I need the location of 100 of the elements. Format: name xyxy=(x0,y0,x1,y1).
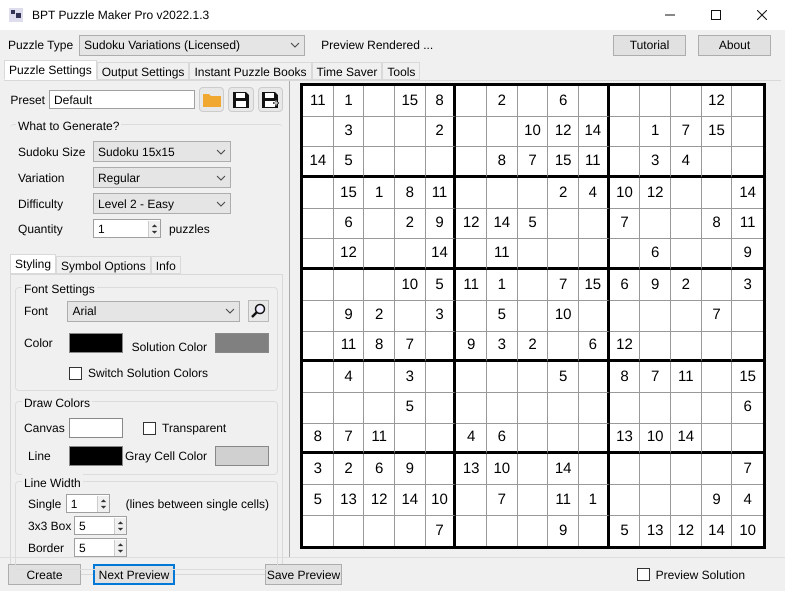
grid-cell[interactable] xyxy=(578,362,610,393)
dropdown[interactable]: Regular xyxy=(93,167,231,188)
grid-cell[interactable] xyxy=(670,178,702,209)
grid-cell[interactable]: 10 xyxy=(640,424,671,454)
grid-cell[interactable]: 1 xyxy=(640,116,671,148)
grid-cell[interactable] xyxy=(578,454,610,485)
grid-cell[interactable]: 3 xyxy=(486,332,518,362)
grid-cell[interactable] xyxy=(670,239,702,270)
preset-field[interactable]: Default xyxy=(49,90,195,109)
toolbar-button[interactable]: About xyxy=(698,34,771,56)
grid-cell[interactable] xyxy=(303,362,334,393)
grid-cell[interactable]: 5 xyxy=(548,362,579,393)
grid-cell[interactable]: 1 xyxy=(334,86,364,117)
grid-cell[interactable]: 2 xyxy=(548,178,579,209)
grid-cell[interactable]: 13 xyxy=(334,484,364,516)
grid-cell[interactable] xyxy=(364,116,395,148)
grid-cell[interactable] xyxy=(670,454,702,485)
grid-cell[interactable]: 2 xyxy=(486,86,518,117)
grid-cell[interactable]: 15 xyxy=(578,270,610,301)
grid-cell[interactable]: 4 xyxy=(456,424,487,454)
grid-cell[interactable] xyxy=(670,392,702,424)
grid-cell[interactable]: 15 xyxy=(548,147,579,178)
grid-cell[interactable]: 1 xyxy=(578,484,610,516)
grid-cell[interactable]: 8 xyxy=(702,208,732,240)
grid-cell[interactable] xyxy=(394,147,426,178)
grid-cell[interactable]: 8 xyxy=(303,424,334,454)
grid-cell[interactable]: 12 xyxy=(702,86,732,117)
grid-cell[interactable] xyxy=(394,424,426,454)
grid-cell[interactable]: 14 xyxy=(702,516,732,546)
grid-cell[interactable] xyxy=(456,178,487,209)
grid-cell[interactable] xyxy=(548,392,579,424)
grid-cell[interactable]: 11 xyxy=(548,484,579,516)
grid-cell[interactable] xyxy=(303,178,334,209)
grid-cell[interactable] xyxy=(456,392,487,424)
grid-cell[interactable] xyxy=(303,300,334,332)
grid-cell[interactable] xyxy=(610,147,640,178)
grid-cell[interactable] xyxy=(426,454,456,485)
grid-cell[interactable] xyxy=(486,392,518,424)
grid-cell[interactable]: 14 xyxy=(394,484,426,516)
grid-cell[interactable]: 3 xyxy=(394,362,426,393)
grid-cell[interactable]: 11 xyxy=(426,178,456,209)
grid-cell[interactable]: 11 xyxy=(303,86,334,117)
grid-cell[interactable]: 5 xyxy=(518,208,548,240)
grid-cell[interactable] xyxy=(670,484,702,516)
grid-cell[interactable]: 6 xyxy=(364,454,395,485)
grid-cell[interactable]: 6 xyxy=(486,424,518,454)
grid-cell[interactable] xyxy=(610,392,640,424)
grid-cell[interactable] xyxy=(702,424,732,454)
grid-cell[interactable]: 14 xyxy=(670,424,702,454)
grid-cell[interactable] xyxy=(670,300,702,332)
grid-cell[interactable]: 12 xyxy=(548,116,579,148)
grid-cell[interactable] xyxy=(640,86,671,117)
grid-cell[interactable] xyxy=(426,392,456,424)
grid-cell[interactable] xyxy=(334,270,364,301)
grid-cell[interactable]: 9 xyxy=(426,208,456,240)
grid-cell[interactable]: 12 xyxy=(334,239,364,270)
grid-cell[interactable]: 9 xyxy=(548,516,579,546)
grid-cell[interactable] xyxy=(518,300,548,332)
grid-cell[interactable] xyxy=(456,362,487,393)
grid-cell[interactable]: 2 xyxy=(518,332,548,362)
checkbox[interactable] xyxy=(143,422,156,434)
grid-cell[interactable] xyxy=(702,239,732,270)
grid-cell[interactable] xyxy=(456,147,487,178)
grid-cell[interactable] xyxy=(486,362,518,393)
grid-cell[interactable]: 12 xyxy=(610,332,640,362)
number-spinner[interactable]: 5 xyxy=(74,516,127,535)
number-spinner[interactable]: 5 xyxy=(74,538,127,557)
grid-cell[interactable]: 9 xyxy=(640,270,671,301)
tab[interactable]: Output Settings xyxy=(96,62,190,80)
grid-cell[interactable]: 1 xyxy=(364,178,395,209)
grid-cell[interactable]: 13 xyxy=(610,424,640,454)
grid-cell[interactable] xyxy=(640,454,671,485)
grid-cell[interactable] xyxy=(456,116,487,148)
grid-cell[interactable]: 4 xyxy=(670,147,702,178)
grid-cell[interactable] xyxy=(303,239,334,270)
save-as-icon[interactable] xyxy=(258,87,283,112)
dropdown[interactable]: Sudoku 15x15 xyxy=(93,141,231,162)
grid-cell[interactable] xyxy=(578,239,610,270)
grid-cell[interactable]: 13 xyxy=(456,454,487,485)
grid-cell[interactable] xyxy=(702,332,732,362)
grid-cell[interactable] xyxy=(702,362,732,393)
grid-cell[interactable]: 8 xyxy=(394,178,426,209)
grid-cell[interactable] xyxy=(578,208,610,240)
grid-cell[interactable]: 5 xyxy=(610,516,640,546)
grid-cell[interactable] xyxy=(640,208,671,240)
grid-cell[interactable] xyxy=(548,332,579,362)
tab[interactable]: Styling xyxy=(10,254,56,274)
grid-cell[interactable] xyxy=(640,332,671,362)
grid-cell[interactable]: 4 xyxy=(732,484,763,516)
grid-cell[interactable]: 2 xyxy=(394,208,426,240)
grid-cell[interactable] xyxy=(426,332,456,362)
grid-cell[interactable]: 10 xyxy=(548,300,579,332)
grid-cell[interactable]: 6 xyxy=(578,332,610,362)
grid-cell[interactable] xyxy=(610,86,640,117)
grid-cell[interactable] xyxy=(364,147,395,178)
grid-cell[interactable] xyxy=(578,424,610,454)
grid-cell[interactable] xyxy=(303,270,334,301)
grid-cell[interactable] xyxy=(518,178,548,209)
grid-cell[interactable]: 7 xyxy=(548,270,579,301)
grid-cell[interactable]: 11 xyxy=(732,208,763,240)
